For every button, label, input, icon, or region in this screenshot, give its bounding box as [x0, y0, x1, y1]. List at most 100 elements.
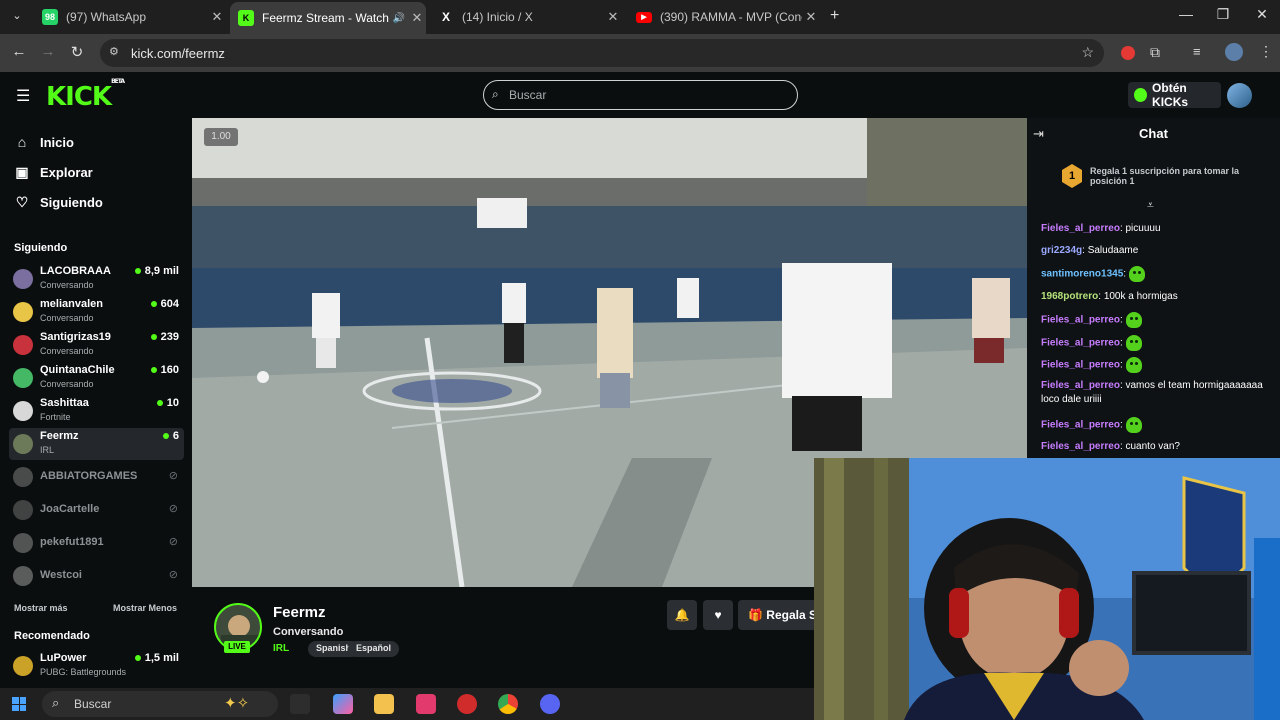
close-icon[interactable]: ✕	[604, 9, 622, 25]
channel-item-pekefut1891[interactable]: pekefut1891 ⊘	[9, 527, 184, 559]
reload-icon[interactable]: ↻	[66, 43, 88, 63]
expand-pinned-icon[interactable]: ⩡	[1147, 198, 1154, 213]
forward-icon[interactable]: →	[37, 43, 59, 63]
channel-name: Sashittaa	[40, 397, 89, 409]
stream-category[interactable]: IRL	[273, 643, 289, 654]
playback-speed-badge[interactable]: 1.00	[204, 128, 238, 146]
discord-icon[interactable]	[540, 694, 560, 714]
chat-username[interactable]: gri2234g	[1041, 245, 1082, 256]
viewer-count: 160	[150, 364, 179, 376]
maximize-icon[interactable]: ❐	[1205, 6, 1241, 28]
chat-username[interactable]: Fieles_al_perreo	[1041, 441, 1120, 452]
chat-panel: ⇥ Chat 1 Regala 1 suscripción para tomar…	[1027, 118, 1280, 458]
tab-kick[interactable]: K Feermz Stream - Watch Live 🔊 ✕	[230, 2, 426, 34]
kick-logo[interactable]: KICKBETA	[46, 78, 125, 112]
chat-username[interactable]: Fieles_al_perreo	[1041, 315, 1120, 326]
chat-username[interactable]: Fieles_al_perreo	[1041, 223, 1120, 234]
channel-item-quintanachile[interactable]: QuintanaChile Conversando 160	[9, 362, 184, 394]
channel-item-westcoi[interactable]: Westcoi ⊘	[9, 560, 184, 592]
show-less-button[interactable]: Mostrar Menos	[113, 603, 177, 613]
stream-info: LIVE Feermz Conversando IRL Spanish Espa…	[192, 587, 818, 688]
task-view-icon[interactable]	[290, 694, 310, 714]
channel-name[interactable]: Feermz	[273, 604, 326, 621]
nav-home[interactable]: ⌂ Inicio	[14, 134, 74, 150]
app-icon[interactable]	[416, 694, 436, 714]
channel-item-joacartelle[interactable]: JoaCartelle ⊘	[9, 494, 184, 526]
windows-start-icon[interactable]	[12, 697, 26, 711]
gift-sub-button[interactable]: 🎁 Regala S	[738, 600, 818, 630]
address-bar[interactable]: ⚙ kick.com/feermz ☆	[100, 39, 1104, 67]
notification-bell-icon[interactable]: 🔔	[667, 600, 697, 630]
nav-following[interactable]: ♡ Siguiendo	[14, 194, 103, 211]
bookmark-star-icon[interactable]: ☆	[1081, 44, 1094, 61]
youtube-extension-icon[interactable]	[1121, 46, 1135, 60]
close-icon[interactable]: ✕	[208, 9, 226, 25]
new-tab-button[interactable]: +	[830, 7, 839, 25]
tab-search-dropdown-icon[interactable]: ⌄	[8, 9, 26, 25]
follow-heart-icon[interactable]: ♥	[703, 600, 733, 630]
profile-avatar[interactable]	[1225, 43, 1243, 61]
window-close-icon[interactable]: ✕	[1244, 6, 1280, 28]
channel-item-santigrizas19[interactable]: Santigrizas19 Conversando 239	[9, 329, 184, 361]
chat-message: Fieles_al_perreo:	[1041, 312, 1273, 328]
get-kicks-button[interactable]: Obtén KICKs	[1128, 81, 1221, 109]
minimize-icon[interactable]: —	[1168, 6, 1204, 28]
taskbar-search[interactable]: ⌕ Buscar ✦✧	[42, 691, 278, 717]
channel-name: Feermz	[40, 430, 79, 442]
channel-name: LACOBRAAA	[40, 265, 111, 277]
chat-username[interactable]: Fieles_al_perreo	[1041, 380, 1120, 391]
tab-youtube[interactable]: ▶ (390) RAMMA - MVP (Concept ✕	[628, 4, 820, 30]
tab-title: (97) WhatsApp	[66, 10, 147, 24]
site-settings-icon[interactable]: ⚙	[109, 45, 119, 58]
channel-item-lacobraaa[interactable]: LACOBRAAA Conversando 8,9 mil	[9, 263, 184, 295]
user-avatar[interactable]	[1227, 83, 1252, 108]
channel-category: Conversando	[40, 313, 94, 323]
search-input[interactable]: ⌕ Buscar	[483, 80, 798, 110]
channel-category: Conversando	[40, 280, 94, 290]
chrome-icon[interactable]	[498, 694, 518, 714]
avatar	[13, 368, 33, 388]
browser-tab-strip: ⌄ 98 (97) WhatsApp ✕ K Feermz Stream - W…	[0, 0, 1280, 34]
copilot-icon[interactable]	[333, 694, 353, 714]
speaker-icon[interactable]: 🔊	[390, 13, 408, 24]
media-control-icon[interactable]: ≡	[1193, 44, 1201, 59]
nav-label: Explorar	[40, 165, 93, 180]
browser-menu-icon[interactable]: ⋮	[1259, 43, 1273, 60]
channel-item-abbiatorgames[interactable]: ABBIATORGAMES ⊘	[9, 461, 184, 493]
tab-x[interactable]: X (14) Inicio / X ✕	[430, 4, 622, 30]
chat-username[interactable]: 1968potrero	[1041, 291, 1098, 302]
chat-username[interactable]: santimoreno1345	[1041, 269, 1123, 280]
kicks-coin-icon	[1134, 88, 1148, 102]
chat-username[interactable]: Fieles_al_perreo	[1041, 360, 1120, 371]
kick-emote-icon	[1128, 266, 1145, 282]
chat-username[interactable]: Fieles_al_perreo	[1041, 338, 1120, 349]
show-more-button[interactable]: Mostrar más	[14, 603, 68, 613]
channel-item-lupower[interactable]: LuPower PUBG: Battlegrounds 1,5 mil	[9, 650, 184, 682]
file-explorer-icon[interactable]	[374, 694, 394, 714]
live-dot-icon	[134, 655, 141, 662]
channel-name: pekefut1891	[40, 536, 104, 548]
heart-icon: ♡	[15, 194, 29, 210]
tag-espanol[interactable]: Español	[348, 641, 400, 657]
chat-text: picuuuu	[1125, 223, 1161, 234]
tab-title: (14) Inicio / X	[462, 10, 533, 24]
offline-icon: ⊘	[168, 536, 178, 548]
close-icon[interactable]: ✕	[408, 10, 426, 26]
back-icon[interactable]: ←	[8, 43, 30, 63]
channel-item-feermz[interactable]: Feermz IRL 6	[9, 428, 184, 460]
extensions-icon[interactable]: ⧉	[1150, 44, 1160, 61]
chat-username[interactable]: Fieles_al_perreo	[1041, 420, 1120, 431]
avatar	[13, 269, 33, 289]
offline-icon: ⊘	[168, 569, 178, 581]
channel-item-melianvalen[interactable]: melianvalen Conversando 604	[9, 296, 184, 328]
stream-title: Conversando	[273, 626, 344, 638]
hamburger-menu-icon[interactable]: ☰	[16, 86, 30, 106]
viewer-count: 1,5 mil	[134, 652, 179, 664]
game-app-icon[interactable]	[457, 694, 477, 714]
nav-explore[interactable]: ▣ Explorar	[14, 164, 93, 181]
whatsapp-icon: 98	[42, 9, 58, 25]
tab-whatsapp[interactable]: 98 (97) WhatsApp ✕	[34, 4, 226, 30]
live-dot-icon	[134, 268, 141, 275]
close-icon[interactable]: ✕	[802, 9, 820, 25]
channel-item-sashittaa[interactable]: Sashittaa Fortnite 10	[9, 395, 184, 427]
